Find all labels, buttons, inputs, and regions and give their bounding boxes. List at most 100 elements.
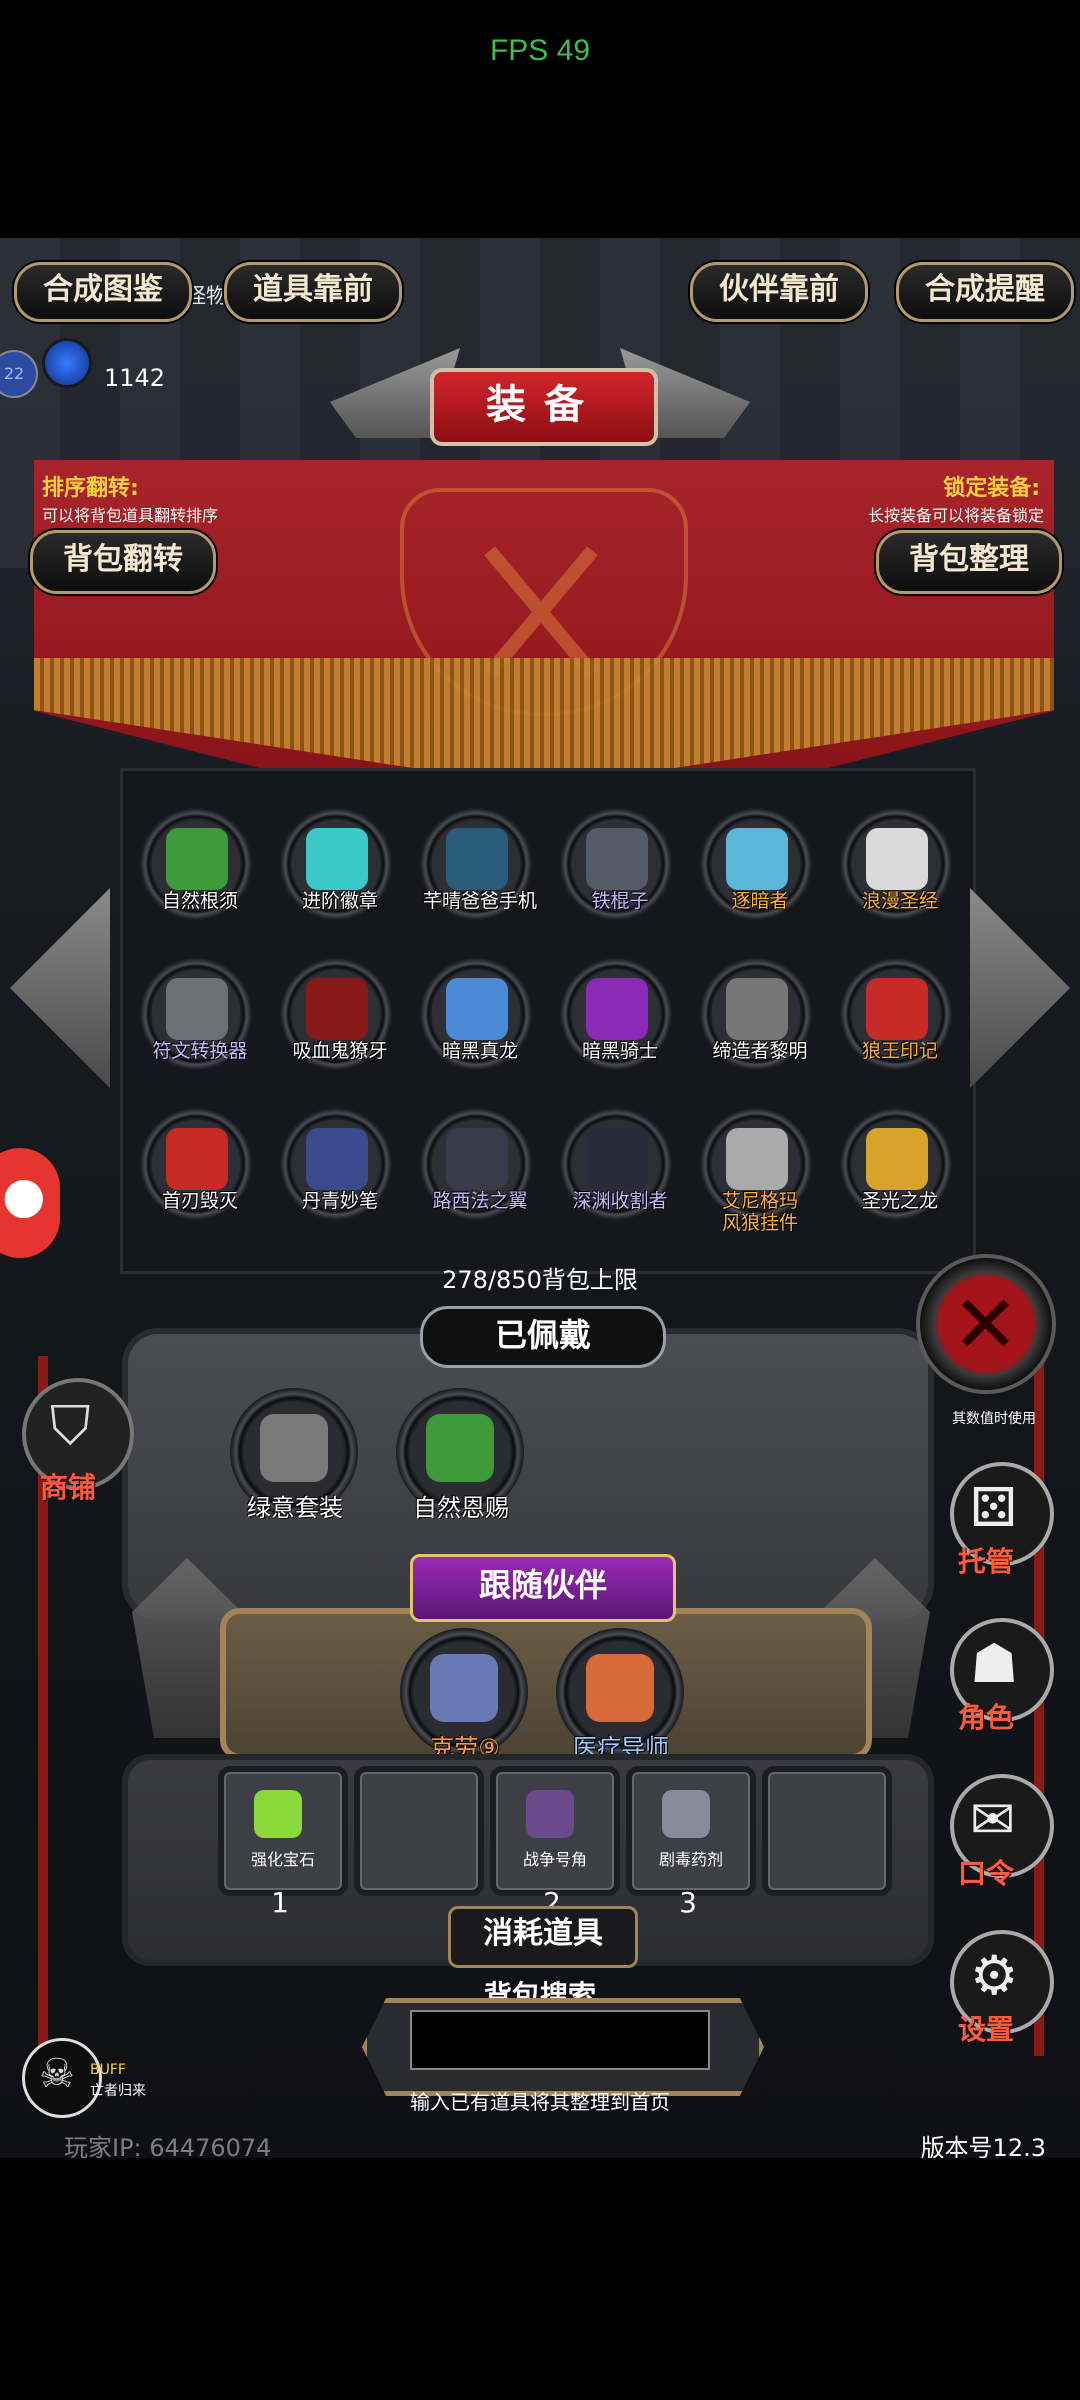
prev-page-arrow[interactable] [10, 888, 110, 1088]
close-icon: ✕ [952, 1278, 1020, 1371]
nature-gift-icon [426, 1414, 494, 1482]
inventory-slot[interactable]: 缔造者黎明 [700, 958, 820, 1078]
war-horn-icon [526, 1790, 574, 1838]
sort-bag-button[interactable]: 背包整理 [876, 530, 1062, 594]
potion-icon [662, 1790, 710, 1838]
next-page-arrow[interactable] [970, 888, 1070, 1088]
reaper-icon [586, 1128, 648, 1190]
consumable-label: 强化宝石 [250, 1850, 315, 1869]
equipped-label: 自然恩赐 [413, 1494, 509, 1522]
collection-button[interactable]: 合成图鉴 [14, 262, 192, 322]
equipped-slot[interactable]: 绿意套装 [230, 1388, 360, 1522]
inventory-slot[interactable]: 进阶徽章 [280, 808, 400, 928]
equipped-slot[interactable]: 自然恩赐 [396, 1388, 526, 1522]
inventory-item-label: 逐暗者 [731, 890, 789, 912]
inventory-item-label: 艾尼格玛 风狼挂件 [721, 1190, 798, 1234]
consumable-slot[interactable] [354, 1766, 484, 1896]
inventory-item-label: 符文转换器 [152, 1040, 248, 1062]
partner-slot[interactable]: 克劳⑨ [400, 1628, 530, 1762]
inventory-slot[interactable]: 芊晴爸爸手机 [420, 808, 540, 928]
inventory-slot[interactable]: 艾尼格玛 风狼挂件 [700, 1108, 820, 1234]
consumable-label: 战争号角 [522, 1850, 587, 1869]
consumable-slot[interactable]: 剧毒药剂 [626, 1766, 756, 1896]
inventory-item-label: 暗黑真龙 [441, 1040, 518, 1062]
auto-label: 托管 [958, 1545, 1015, 1578]
inventory-slot[interactable]: 符文转换器 [140, 958, 260, 1078]
wing-icon [446, 1128, 508, 1190]
staff-icon [586, 828, 648, 890]
inventory-slot[interactable]: 暗黑真龙 [420, 958, 540, 1078]
hotkey-number: 1 [271, 1886, 289, 1919]
gem-icon [42, 338, 92, 388]
search-input[interactable] [410, 2010, 710, 2070]
inventory-slot[interactable]: 逐暗者 [700, 808, 820, 928]
inventory-slot[interactable]: 深渊收割者 [560, 1108, 680, 1228]
inventory-slot[interactable]: 浪漫圣经 [840, 808, 960, 928]
synthesis-reminder-button[interactable]: 合成提醒 [896, 262, 1074, 322]
gold-dragon-icon [866, 1128, 928, 1190]
inventory-slot[interactable]: 自然根须 [140, 808, 260, 928]
inventory-item-label: 芊晴爸爸手机 [422, 890, 537, 912]
inventory-slot[interactable]: 首刃毁灭 [140, 1108, 260, 1228]
inventory-item-label: 狼王印记 [861, 1040, 938, 1062]
consumable-slot[interactable]: 强化宝石 [218, 1766, 348, 1896]
inventory-item-label: 丹青妙笔 [301, 1190, 378, 1212]
bag-capacity: 278/850背包上限 [442, 1266, 638, 1294]
blade-icon [166, 1128, 228, 1190]
search-hint: 输入已有道具将其整理到首页 [410, 2090, 670, 2114]
inventory-item-label: 路西法之翼 [432, 1190, 528, 1212]
buff-button[interactable]: ☠ [22, 2038, 102, 2118]
inventory-item-label: 铁棍子 [591, 890, 649, 912]
page-title: 装备 [430, 368, 658, 446]
inventory-slot[interactable]: 吸血鬼獠牙 [280, 958, 400, 1078]
scroll-icon: ✉ [970, 1788, 1016, 1851]
inventory-item-label: 首刃毁灭 [161, 1190, 238, 1212]
consumable-label: 剧毒药剂 [658, 1850, 723, 1869]
inventory-item-label: 进阶徽章 [301, 890, 378, 912]
buff-name: 亡者归来 [90, 2083, 146, 2099]
wolf-icon [866, 978, 928, 1040]
equipped-title: 已佩戴 [420, 1306, 666, 1368]
brush-icon [306, 1128, 368, 1190]
partners-first-button[interactable]: 伙伴靠前 [690, 262, 868, 322]
partner-title: 跟随伙伴 [410, 1554, 676, 1622]
inventory-slot[interactable]: 铁棍子 [560, 808, 680, 928]
pendant-icon [726, 1128, 788, 1190]
lock-title: 锁定装备: [943, 476, 1040, 501]
inventory-item-label: 缔造者黎明 [712, 1040, 808, 1062]
inventory-slot[interactable]: 暗黑骑士 [560, 958, 680, 1078]
dragon-icon [446, 978, 508, 1040]
consumable-slot[interactable]: 战争号角 [490, 1766, 620, 1896]
fps-counter: FPS 49 [489, 34, 591, 67]
command-label: 口令 [958, 1857, 1015, 1890]
game-screen: 炼狱模式的怪物会强上很多 22 1142 合成图鉴 道具靠前 装备 伙伴靠前 合… [0, 238, 1080, 2158]
inventory-slot[interactable]: 丹青妙笔 [280, 1108, 400, 1228]
inventory-item-label: 吸血鬼獠牙 [292, 1040, 388, 1062]
gem-count: 1142 [104, 364, 166, 392]
inventory-item-label: 圣光之龙 [861, 1190, 938, 1212]
hotkey-number: 3 [679, 1886, 697, 1919]
side-note: 其数值时使用 [952, 1411, 1036, 1427]
consumable-slot[interactable] [762, 1766, 892, 1896]
gem-shard-icon [254, 1790, 302, 1838]
fang-icon [306, 978, 368, 1040]
gear-icon: ⚙ [970, 1944, 1019, 2007]
inventory-item-label: 浪漫圣经 [861, 890, 938, 912]
knight-icon [586, 978, 648, 1040]
shop-label: 商铺 [40, 1471, 97, 1504]
spear-icon [726, 828, 788, 890]
lock-hint: 长按装备可以将装备锁定 [867, 506, 1044, 525]
rune-icon [166, 978, 228, 1040]
partner-slot[interactable]: 医疗导师 [556, 1628, 686, 1762]
flip-bag-button[interactable]: 背包翻转 [30, 530, 216, 594]
skull-icon: ☠ [39, 2051, 75, 2097]
person-icon: ● [2, 1166, 46, 1224]
inventory-slot[interactable]: 狼王印记 [840, 958, 960, 1078]
items-first-button[interactable]: 道具靠前 [224, 262, 402, 322]
armor-set-icon [260, 1414, 328, 1482]
inventory-slot[interactable]: 圣光之龙 [840, 1108, 960, 1228]
close-button[interactable]: ✕ [916, 1254, 1056, 1394]
inventory-slot[interactable]: 路西法之翼 [420, 1108, 540, 1228]
profile-tab[interactable]: ● [0, 1148, 60, 1258]
phone-icon [446, 828, 508, 890]
